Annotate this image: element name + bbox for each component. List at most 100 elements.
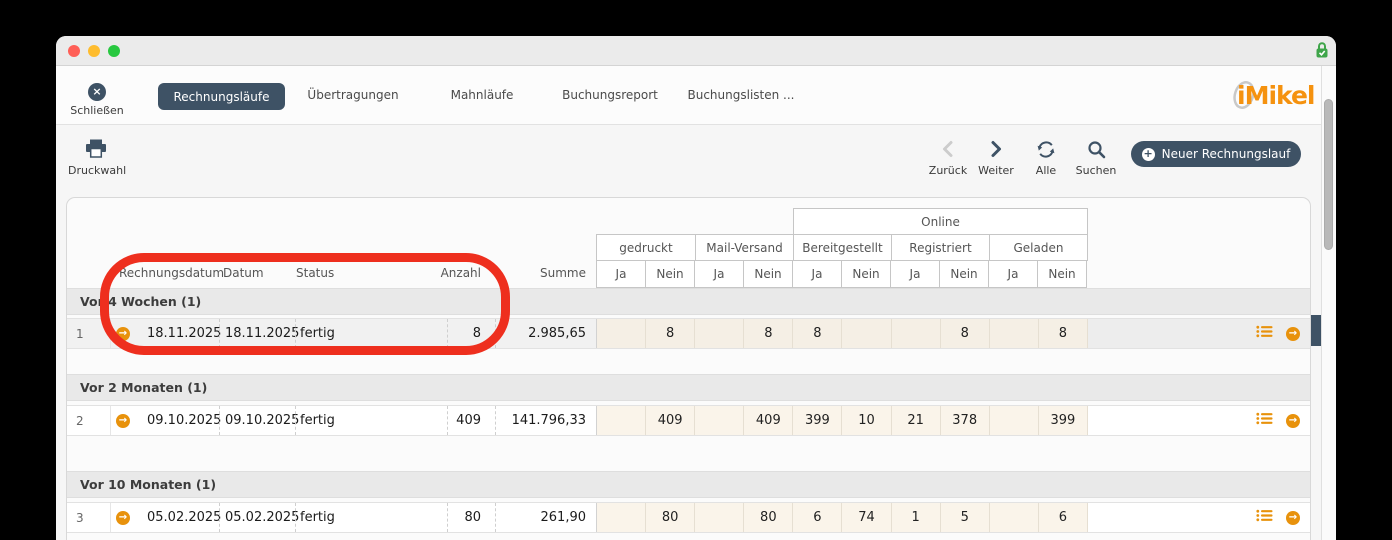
cell-datum: 18.11.2025: [219, 319, 299, 348]
close-window-button[interactable]: [68, 45, 80, 57]
chevron-right-icon: [968, 139, 1024, 159]
cell-summe: 141.796,33: [495, 406, 596, 435]
minimize-window-button[interactable]: [88, 45, 100, 57]
print-options-button[interactable]: Druckwahl: [68, 139, 127, 177]
row-list-icon[interactable]: [1256, 412, 1273, 429]
titlebar: [56, 36, 1336, 66]
group-header: Vor 10 Monaten (1): [67, 471, 1310, 498]
header-janein-row: Ja Nein Ja Nein Ja Nein Ja Nein Ja Nein: [596, 260, 1088, 288]
col-header-anzahl[interactable]: Anzahl: [407, 266, 481, 280]
cell-bereitgestellt-nein: 74: [841, 503, 891, 532]
cell-summe: 2.985,65: [495, 319, 596, 348]
group-header: Vor 2 Monaten (1): [67, 374, 1310, 401]
cell-gedruckt-ja: [596, 503, 646, 532]
cell-gedruckt-nein: 409: [645, 406, 695, 435]
table-header-right: Online gedruckt Mail-Versand Bereitgeste…: [596, 208, 1088, 288]
cell-rechnungsdatum: 09.10.2025: [147, 413, 222, 428]
tab-mahnlaeufe[interactable]: Mahnläufe: [451, 88, 514, 102]
cell-datum: 09.10.2025: [219, 406, 299, 435]
goto-record-icon[interactable]: →: [1285, 413, 1300, 428]
scrollbar-thumb[interactable]: [1324, 99, 1333, 250]
goto-record-icon[interactable]: →: [1285, 510, 1300, 525]
cell-bereitgestellt-ja: 6: [792, 503, 842, 532]
cell-mail-nein: 409: [743, 406, 793, 435]
group-header: Vor 4 Wochen (1): [67, 288, 1310, 315]
close-button[interactable]: × Schließen: [68, 80, 126, 117]
cell-status: fertig: [295, 503, 447, 532]
cell-registriert-nein: 8: [939, 319, 989, 348]
col-header-nein: Nein: [939, 260, 989, 288]
cell-mail-ja: [694, 319, 744, 348]
col-header-registriert: Registriert: [891, 234, 990, 261]
show-all-button[interactable]: Alle: [1018, 139, 1074, 177]
cell-gedruckt-ja: [596, 319, 646, 348]
table-row[interactable]: 3 → 05.02.2025 05.02.2025 fertig 80 261,…: [67, 502, 1310, 533]
tab-label: Rechnungsläufe: [173, 89, 270, 104]
cell-status: fertig: [295, 406, 447, 435]
cell-bereitgestellt-nein: [841, 319, 891, 348]
search-label: Suchen: [1075, 164, 1117, 177]
plus-circle-icon: +: [1141, 146, 1155, 161]
cell-mail-nein: 8: [743, 319, 793, 348]
cell-geladen-ja: [988, 503, 1038, 532]
cell-registriert-ja: 1: [890, 503, 940, 532]
header-group-row: gedruckt Mail-Versand Bereitgestellt Reg…: [596, 234, 1088, 261]
col-header-ja: Ja: [596, 260, 646, 288]
next-label: Weiter: [978, 164, 1014, 177]
col-header-nein: Nein: [841, 260, 891, 288]
all-label: Alle: [1035, 164, 1057, 177]
cell-bereitgestellt-ja: 399: [792, 406, 842, 435]
cell-registriert-nein: 378: [939, 406, 989, 435]
action-toolbar: Druckwahl Zurück Weiter Alle Suchen + Ne…: [56, 126, 1336, 197]
printer-icon: [68, 139, 124, 159]
col-header-ja: Ja: [890, 260, 940, 288]
col-header-ja: Ja: [694, 260, 744, 288]
cell-gedruckt-nein: 8: [645, 319, 695, 348]
cell-bereitgestellt-nein: 10: [841, 406, 891, 435]
screen-background: × Schließen Rechnungsläufe Übertragungen…: [0, 0, 1392, 540]
selected-row-marker: [1311, 315, 1321, 346]
zoom-window-button[interactable]: [108, 45, 120, 57]
col-header-nein: Nein: [743, 260, 793, 288]
row-list-icon[interactable]: [1256, 325, 1273, 342]
tab-uebertragungen[interactable]: Übertragungen: [307, 88, 398, 102]
cell-anzahl: 80: [447, 503, 495, 532]
table-row[interactable]: 2 → 09.10.2025 09.10.2025 fertig 409 141…: [67, 405, 1310, 436]
cell-gedruckt-ja: [596, 406, 646, 435]
cell-registriert-ja: [890, 319, 940, 348]
cell-rechnungsdatum: 05.02.2025: [147, 510, 222, 525]
print-label: Druckwahl: [68, 164, 127, 177]
col-header-ja: Ja: [792, 260, 842, 288]
new-invoice-run-label: Neuer Rechnungslauf: [1161, 147, 1291, 161]
search-button[interactable]: Suchen: [1068, 139, 1124, 177]
row-number: 2: [67, 406, 111, 435]
col-header-mail-versand: Mail-Versand: [695, 234, 794, 261]
new-invoice-run-button[interactable]: + Neuer Rechnungslauf: [1131, 141, 1301, 167]
cell-geladen-nein: 399: [1037, 406, 1087, 435]
tab-rechnungslaeufe[interactable]: Rechnungsläufe: [158, 83, 285, 110]
open-record-icon[interactable]: →: [116, 510, 130, 525]
goto-record-icon[interactable]: →: [1285, 326, 1300, 341]
col-header-summe[interactable]: Summe: [507, 266, 586, 280]
col-header-rechnungsdatum[interactable]: Rechnungsdatum: [119, 266, 224, 280]
tab-buchungsreport[interactable]: Buchungsreport: [562, 88, 658, 102]
row-list-icon[interactable]: [1256, 509, 1273, 526]
open-record-icon[interactable]: →: [116, 326, 130, 341]
col-header-nein: Nein: [1037, 260, 1087, 288]
col-header-geladen: Geladen: [989, 234, 1088, 261]
table-row[interactable]: 1 → 18.11.2025 18.11.2025 fertig 8 2.985…: [67, 318, 1310, 349]
vertical-scrollbar[interactable]: [1321, 66, 1336, 540]
row-number: 1: [67, 319, 111, 348]
lock-icon: [1315, 41, 1329, 63]
imikel-logo: iMikel: [1231, 77, 1315, 113]
tab-buchungslisten[interactable]: Buchungslisten ...: [688, 88, 795, 102]
col-header-bereitgestellt: Bereitgestellt: [793, 234, 892, 261]
col-header-status[interactable]: Status: [296, 266, 334, 280]
col-header-datum[interactable]: Datum: [223, 266, 264, 280]
open-record-icon[interactable]: →: [116, 413, 130, 428]
cell-geladen-nein: 6: [1037, 503, 1087, 532]
close-circle-icon: ×: [88, 83, 106, 101]
tab-toolbar: × Schließen Rechnungsläufe Übertragungen…: [56, 66, 1336, 125]
next-button[interactable]: Weiter: [968, 139, 1024, 177]
cell-rechnungsdatum: 18.11.2025: [147, 326, 222, 341]
